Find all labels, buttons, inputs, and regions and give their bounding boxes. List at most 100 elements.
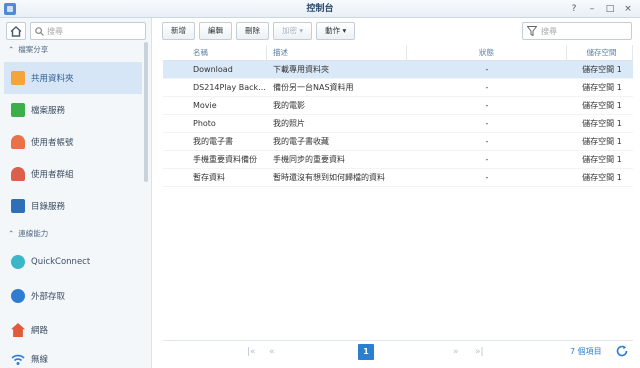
table-header: 名稱 描述 狀態 儲存空間 bbox=[163, 45, 633, 61]
cell-volume: 儲存空間 1 bbox=[582, 65, 622, 74]
network-icon bbox=[11, 323, 25, 337]
cell-volume: 儲存空間 1 bbox=[582, 119, 622, 128]
chevron-up-icon: ⌃ bbox=[8, 45, 15, 54]
close-button[interactable]: × bbox=[622, 2, 634, 16]
group-icon bbox=[11, 167, 25, 181]
sidebar-item-quickconnect[interactable]: QuickConnect bbox=[4, 246, 142, 278]
encryption-dropdown-button[interactable]: 加密 ▾ bbox=[273, 22, 313, 40]
table-row[interactable]: Movie 我的電影 - 儲存空間 1 bbox=[163, 97, 633, 115]
delete-button[interactable]: 刪除 bbox=[236, 22, 269, 40]
search-icon bbox=[35, 26, 44, 36]
cell-status: - bbox=[485, 155, 489, 164]
cell-volume: 儲存空間 1 bbox=[582, 83, 622, 92]
filter-search-input[interactable]: 搜尋 bbox=[522, 22, 632, 40]
filter-placeholder: 搜尋 bbox=[541, 26, 557, 36]
previous-page-button[interactable]: « bbox=[269, 345, 275, 359]
cell-name: Movie bbox=[193, 101, 217, 110]
cell-name: Photo bbox=[193, 119, 216, 128]
action-dropdown-button[interactable]: 動作 ▾ bbox=[316, 22, 356, 40]
cell-status: - bbox=[485, 65, 489, 74]
edit-button[interactable]: 編輯 bbox=[199, 22, 232, 40]
cell-description: 下載專用資料夾 bbox=[273, 65, 329, 74]
cell-description: 手機同步的重要資料 bbox=[273, 155, 345, 164]
home-icon bbox=[10, 25, 22, 37]
home-button[interactable] bbox=[6, 22, 26, 40]
cell-name: Download bbox=[193, 65, 233, 74]
sidebar-item-label: 檔案服務 bbox=[31, 106, 66, 116]
sidebar-scrollbar[interactable] bbox=[144, 42, 148, 182]
cell-name: 手機重要資料備份 bbox=[193, 155, 257, 164]
column-header-description[interactable]: 描述 bbox=[267, 45, 407, 60]
table-row[interactable]: 暫存資料 暫時還沒有想到如何歸檔的資料 - 儲存空間 1 bbox=[163, 169, 633, 187]
sidebar-item-label: 使用者群組 bbox=[31, 170, 74, 180]
sidebar-item-label: QuickConnect bbox=[31, 257, 91, 267]
section-connectivity[interactable]: ⌃ 連線能力 bbox=[8, 228, 48, 240]
cell-status: - bbox=[485, 101, 489, 110]
table-body: Download 下載專用資料夾 - 儲存空間 1 DS214Play Back... 備… bbox=[163, 61, 633, 187]
shared-folder-icon bbox=[11, 71, 25, 85]
directory-icon bbox=[11, 199, 25, 213]
refresh-icon[interactable] bbox=[615, 344, 629, 358]
cell-volume: 儲存空間 1 bbox=[582, 101, 622, 110]
quickconnect-icon bbox=[11, 255, 25, 269]
create-button[interactable]: 新增 bbox=[162, 22, 195, 40]
section-label: 連線能力 bbox=[18, 229, 49, 238]
cell-status: - bbox=[485, 119, 489, 128]
cell-name: DS214Play Back... bbox=[193, 83, 266, 92]
column-header-status[interactable]: 狀態 bbox=[407, 45, 567, 60]
cell-status: - bbox=[485, 137, 489, 146]
cell-description: 我的電子書收藏 bbox=[273, 137, 329, 146]
sidebar-item-group[interactable]: 使用者群組 bbox=[4, 158, 142, 190]
table-row[interactable]: 手機重要資料備份 手機同步的重要資料 - 儲存空間 1 bbox=[163, 151, 633, 169]
sidebar-search-input[interactable]: 搜尋 bbox=[30, 22, 146, 40]
sidebar-item-wireless[interactable]: 無線 bbox=[4, 348, 142, 368]
next-page-button[interactable]: » bbox=[453, 345, 459, 359]
first-page-button[interactable]: |« bbox=[247, 345, 256, 359]
user-icon bbox=[11, 135, 25, 149]
pagination-bar: |« « 1 » »| 7 個項目 bbox=[163, 340, 633, 362]
table-row[interactable]: 我的電子書 我的電子書收藏 - 儲存空間 1 bbox=[163, 133, 633, 151]
current-page-number[interactable]: 1 bbox=[358, 344, 374, 360]
item-count: 7 個項目 bbox=[570, 347, 602, 356]
help-button[interactable]: ? bbox=[568, 2, 580, 16]
cell-status: - bbox=[485, 173, 489, 182]
cell-description: 暫時還沒有想到如何歸檔的資料 bbox=[273, 173, 385, 182]
cell-description: 我的照片 bbox=[273, 119, 305, 128]
cell-status: - bbox=[485, 83, 489, 92]
sidebar-item-directory[interactable]: 目錄服務 bbox=[4, 190, 142, 222]
file-services-icon bbox=[11, 103, 25, 117]
title-bar: 控制台 ? – □ × bbox=[0, 0, 640, 18]
cell-description: 備份另一台NAS資料用 bbox=[273, 83, 354, 92]
section-label: 檔案分享 bbox=[18, 45, 49, 54]
sidebar-item-label: 共用資料夾 bbox=[31, 74, 74, 84]
column-header-volume[interactable]: 儲存空間 bbox=[567, 45, 633, 60]
column-header-name[interactable]: 名稱 bbox=[163, 45, 267, 60]
sidebar-item-shared-folder[interactable]: 共用資料夾 bbox=[4, 62, 142, 94]
table-row[interactable]: Download 下載專用資料夾 - 儲存空間 1 bbox=[163, 61, 633, 79]
cell-name: 暫存資料 bbox=[193, 173, 225, 182]
sidebar-item-user[interactable]: 使用者帳號 bbox=[4, 126, 142, 158]
cell-volume: 儲存空間 1 bbox=[582, 137, 622, 146]
sidebar-item-label: 外部存取 bbox=[31, 292, 66, 302]
sidebar-item-label: 網路 bbox=[31, 326, 49, 336]
toolbar: 新增 編輯 刪除 加密 ▾ 動作 ▾ bbox=[162, 22, 356, 40]
sidebar-item-label: 使用者帳號 bbox=[31, 138, 74, 148]
filter-icon bbox=[527, 26, 537, 36]
minimize-button[interactable]: – bbox=[586, 2, 598, 16]
table-row[interactable]: DS214Play Back... 備份另一台NAS資料用 - 儲存空間 1 bbox=[163, 79, 633, 97]
cell-description: 我的電影 bbox=[273, 101, 305, 110]
window-title: 控制台 bbox=[306, 4, 334, 14]
sidebar-search-placeholder: 搜尋 bbox=[47, 26, 63, 36]
chevron-up-icon: ⌃ bbox=[8, 229, 15, 238]
section-file-sharing[interactable]: ⌃ 檔案分享 bbox=[8, 44, 48, 56]
sidebar: 搜尋 ⌃ 檔案分享 共用資料夾 檔案服務 使用者帳號 使用者群組 目錄服務 ⌃ … bbox=[0, 18, 152, 368]
cell-volume: 儲存空間 1 bbox=[582, 155, 622, 164]
last-page-button[interactable]: »| bbox=[475, 345, 484, 359]
sidebar-item-external-access[interactable]: 外部存取 bbox=[4, 280, 142, 312]
cell-volume: 儲存空間 1 bbox=[582, 173, 622, 182]
sidebar-item-file-services[interactable]: 檔案服務 bbox=[4, 94, 142, 126]
sidebar-item-network[interactable]: 網路 bbox=[4, 314, 142, 346]
sidebar-item-label: 無線 bbox=[31, 355, 49, 365]
table-row[interactable]: Photo 我的照片 - 儲存空間 1 bbox=[163, 115, 633, 133]
maximize-button[interactable]: □ bbox=[604, 2, 616, 16]
